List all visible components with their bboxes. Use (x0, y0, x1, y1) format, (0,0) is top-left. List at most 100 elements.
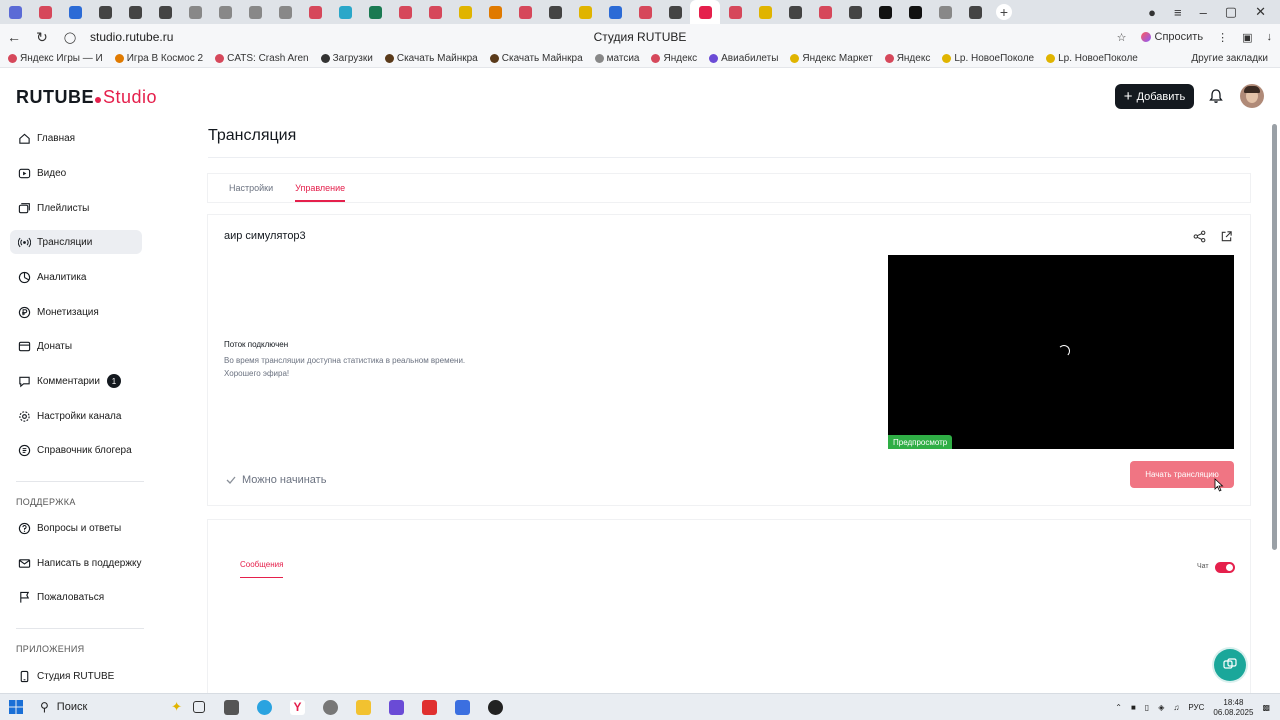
browser-tab[interactable] (60, 0, 90, 24)
tab-settings[interactable]: Настройки (229, 174, 273, 202)
back-icon[interactable]: ← (0, 29, 28, 45)
bookmark-item[interactable]: Яндекс Маркет (790, 53, 873, 64)
app-icon-3[interactable] (380, 699, 413, 715)
chevron-up-icon[interactable]: ⌃ (1115, 703, 1122, 712)
page-scrollbar[interactable] (1272, 124, 1277, 550)
sidebar-item-video[interactable]: Видео (10, 161, 142, 185)
browser-tab[interactable] (480, 0, 510, 24)
language-indicator[interactable]: РУС (1188, 703, 1204, 712)
browser-tab[interactable] (180, 0, 210, 24)
browser-tab[interactable] (900, 0, 930, 24)
ask-button[interactable]: Спросить (1140, 31, 1203, 43)
taskbar-search[interactable]: ⚲ Поиск ✦ (32, 699, 182, 715)
browser-tab[interactable] (870, 0, 900, 24)
stream-preview[interactable]: Предпросмотр (888, 255, 1234, 449)
reload-icon[interactable]: ↻ (28, 29, 56, 46)
browser-tab[interactable] (300, 0, 330, 24)
download-icon[interactable]: ↓ (1267, 31, 1273, 43)
tab-management[interactable]: Управление (295, 174, 346, 202)
yandex-browser-icon[interactable]: Y (281, 699, 314, 715)
file-explorer-icon[interactable] (347, 699, 380, 715)
bookmark-item[interactable]: Яндекс Игры — И (8, 53, 103, 64)
browser-tab[interactable] (360, 0, 390, 24)
sidebar-item-flag[interactable]: Пожаловаться (10, 585, 142, 609)
browser-tab[interactable] (210, 0, 240, 24)
browser-tab[interactable] (780, 0, 810, 24)
browser-tab[interactable] (720, 0, 750, 24)
close-icon[interactable]: ✕ (1255, 4, 1266, 20)
more-icon[interactable]: ⋮ (1217, 31, 1228, 44)
bookmark-item[interactable]: Скачать Майнкра (489, 53, 583, 64)
sidebar-item-broadcast[interactable]: Трансляции (10, 230, 142, 254)
extensions-icon[interactable]: ▣ (1242, 31, 1252, 44)
bookmark-item[interactable]: CATS: Crash Aren (215, 53, 309, 64)
browser-tab[interactable] (30, 0, 60, 24)
windows-start-button[interactable] (0, 700, 32, 714)
browser-tab[interactable] (90, 0, 120, 24)
sidebar-item-question[interactable]: Вопросы и ответы (10, 516, 142, 540)
browser-tab[interactable] (660, 0, 690, 24)
tray-app-icon[interactable]: ■ (1131, 703, 1136, 712)
app-icon-1[interactable] (215, 699, 248, 715)
bookmark-star-icon[interactable]: ☆ (1117, 31, 1127, 44)
url-field[interactable]: studio.rutube.ru (90, 30, 173, 44)
sidebar-item-donate[interactable]: Донаты (10, 334, 142, 358)
avatar[interactable] (1240, 84, 1264, 108)
site-info-icon[interactable]: ◯ (56, 31, 84, 44)
browser-tab[interactable] (810, 0, 840, 24)
sidebar-item-ruble[interactable]: Монетизация (10, 300, 142, 324)
maximize-icon[interactable]: ▢ (1225, 4, 1237, 20)
browser-tab[interactable] (750, 0, 780, 24)
browser-tab[interactable] (450, 0, 480, 24)
add-button[interactable]: + Добавить (1115, 84, 1194, 109)
other-bookmarks[interactable]: Другие закладки (1191, 53, 1268, 64)
minimize-icon[interactable]: – (1200, 5, 1207, 20)
rutube-studio-logo[interactable]: RUTUBE Studio (16, 87, 157, 113)
usb-icon[interactable]: ▯ (1145, 703, 1149, 712)
profile-icon[interactable]: ● (1148, 5, 1156, 20)
tab-messages[interactable]: Сообщения (240, 560, 284, 578)
browser-tab[interactable] (540, 0, 570, 24)
browser-tab[interactable] (960, 0, 990, 24)
sidebar-item-settings[interactable]: Настройки канала (10, 404, 142, 428)
browser-tab[interactable] (630, 0, 660, 24)
browser-tab[interactable] (150, 0, 180, 24)
bookmark-item[interactable]: Lp. НовоеПоколе (1046, 53, 1138, 64)
sidebar-item-analytics[interactable]: Аналитика (10, 265, 142, 289)
share-icon[interactable] (1193, 230, 1206, 243)
sidebar-item-mail[interactable]: Написать в поддержку (10, 551, 142, 575)
sidebar-item-home[interactable]: Главная (10, 126, 142, 150)
telegram-icon[interactable] (248, 699, 281, 715)
browser-tab[interactable] (120, 0, 150, 24)
sidebar-item-phone[interactable]: Студия RUTUBE (10, 664, 142, 688)
bookmark-item[interactable]: Загрузки (320, 53, 373, 64)
clock[interactable]: 18:48 06.08.2025 (1213, 698, 1253, 718)
app-icon-6[interactable] (479, 699, 512, 715)
task-view-icon[interactable] (182, 701, 215, 713)
bookmark-item[interactable]: Lp. НовоеПоколе (942, 53, 1034, 64)
sidebar-item-comment[interactable]: Комментарии 1 (10, 369, 142, 393)
bookmark-item[interactable]: Игра В Космос 2 (114, 53, 203, 64)
sidebar-item-playlist[interactable]: Плейлисты (10, 196, 142, 220)
wifi-icon[interactable]: ◈ (1158, 703, 1164, 712)
bookmark-item[interactable]: Скачать Майнкра (384, 53, 478, 64)
browser-tab[interactable] (390, 0, 420, 24)
notifications-icon[interactable]: ▩ (1262, 703, 1270, 712)
browser-tab[interactable] (420, 0, 450, 24)
browser-tab[interactable] (930, 0, 960, 24)
sidebar-item-book[interactable]: Справочник блогера (10, 438, 142, 462)
browser-tab[interactable] (600, 0, 630, 24)
browser-tab[interactable] (240, 0, 270, 24)
open-external-icon[interactable] (1220, 230, 1233, 243)
new-tab-button[interactable]: + (996, 4, 1012, 20)
bookmark-item[interactable]: матсиа (594, 53, 639, 64)
volume-icon[interactable]: ♫ (1173, 703, 1179, 712)
bookmark-item[interactable]: Авиабилеты (709, 53, 778, 64)
app-icon-2[interactable] (314, 699, 347, 715)
browser-tab[interactable] (840, 0, 870, 24)
browser-tab[interactable] (690, 0, 720, 24)
app-icon-4[interactable] (413, 699, 446, 715)
menu-icon[interactable]: ≡ (1174, 5, 1182, 20)
bookmark-item[interactable]: Яндекс (884, 53, 930, 64)
browser-tab[interactable] (330, 0, 360, 24)
